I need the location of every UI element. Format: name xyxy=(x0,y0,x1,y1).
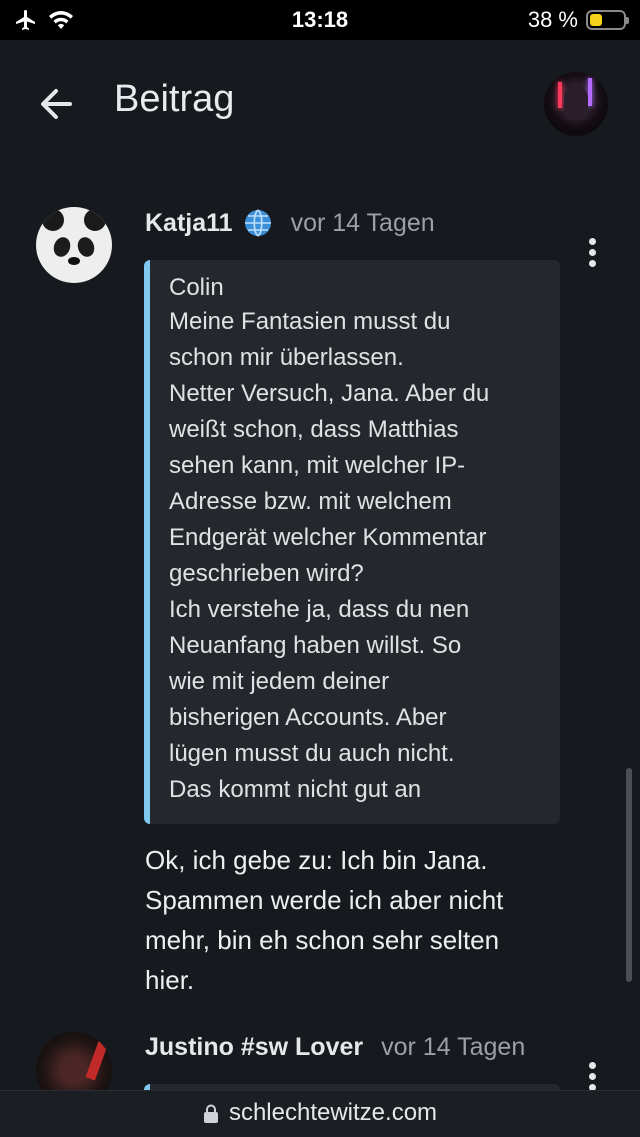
browser-url-bar[interactable]: schlechtewitze.com xyxy=(0,1090,640,1137)
lock-icon xyxy=(203,1104,218,1123)
status-bar: 13:18 38 % xyxy=(0,0,640,40)
battery-fill xyxy=(590,14,602,26)
quote-author: Colin xyxy=(169,274,224,301)
scrollbar[interactable] xyxy=(626,768,632,982)
more-options-icon[interactable] xyxy=(582,1062,602,1092)
avatar-detail xyxy=(564,86,588,120)
avatar-detail xyxy=(588,78,592,106)
user-avatar[interactable] xyxy=(544,72,608,136)
more-options-icon[interactable] xyxy=(582,238,602,268)
app-bar: Beitrag xyxy=(0,40,640,170)
body-line: hier. xyxy=(145,965,195,995)
quote-line: Meine Fantasien musst du xyxy=(169,308,451,335)
post-time: vor 14 Tagen xyxy=(381,1033,526,1061)
body-line: mehr, bin eh schon sehr selten xyxy=(145,925,500,955)
post-body: Ok, ich gebe zu: Ich bin Jana. Spammen w… xyxy=(145,840,565,1000)
panda-avatar[interactable] xyxy=(36,207,112,283)
post-meta: Katja11 vor 14 Tagen xyxy=(145,208,435,238)
url-container: schlechtewitze.com xyxy=(0,1099,640,1127)
arrow-left-icon[interactable] xyxy=(36,84,76,124)
quote-line: sehen kann, mit welcher IP- xyxy=(169,452,466,479)
quote-line: schon mir überlassen. xyxy=(169,344,404,371)
quote-line: Endgerät welcher Kommentar xyxy=(169,524,487,551)
quote-line: Das kommt nicht gut an xyxy=(169,776,422,803)
quote-line: wie mit jedem deiner xyxy=(169,668,390,695)
status-right: 38 % xyxy=(527,7,629,33)
quote-line: lügen musst du auch nicht. xyxy=(169,740,455,767)
author-name[interactable]: Katja11 xyxy=(145,209,233,238)
body-line: Spammen werde ich aber nicht xyxy=(145,885,504,915)
quote-line: Netter Versuch, Jana. Aber du xyxy=(169,380,490,407)
quote-line: bisherigen Accounts. Aber xyxy=(169,704,447,731)
battery-icon xyxy=(586,10,629,30)
quote-block: Colin Meine Fantasien musst du schon mir… xyxy=(144,260,560,824)
body-line: Ok, ich gebe zu: Ich bin Jana. xyxy=(145,845,488,875)
post-meta: Justino #sw Lover vor 14 Tagen xyxy=(145,1033,525,1062)
battery-percent: 38 % xyxy=(527,7,578,32)
quote-line: weißt schon, dass Matthias xyxy=(169,416,459,443)
author-name[interactable]: Justino #sw Lover xyxy=(145,1033,363,1062)
quote-line: Ich verstehe ja, dass du nen xyxy=(169,596,470,623)
quote-line: geschrieben wird? xyxy=(169,560,364,587)
globe-icon xyxy=(244,209,271,237)
page-title: Beitrag xyxy=(114,78,235,120)
avatar-detail xyxy=(558,82,562,108)
post-time: vor 14 Tagen xyxy=(290,208,435,237)
quote-line: Neuanfang haben willst. So xyxy=(169,632,462,659)
url-text: schlechtewitze.com xyxy=(228,1099,438,1126)
quote-line: Adresse bzw. mit welchem xyxy=(169,488,452,515)
